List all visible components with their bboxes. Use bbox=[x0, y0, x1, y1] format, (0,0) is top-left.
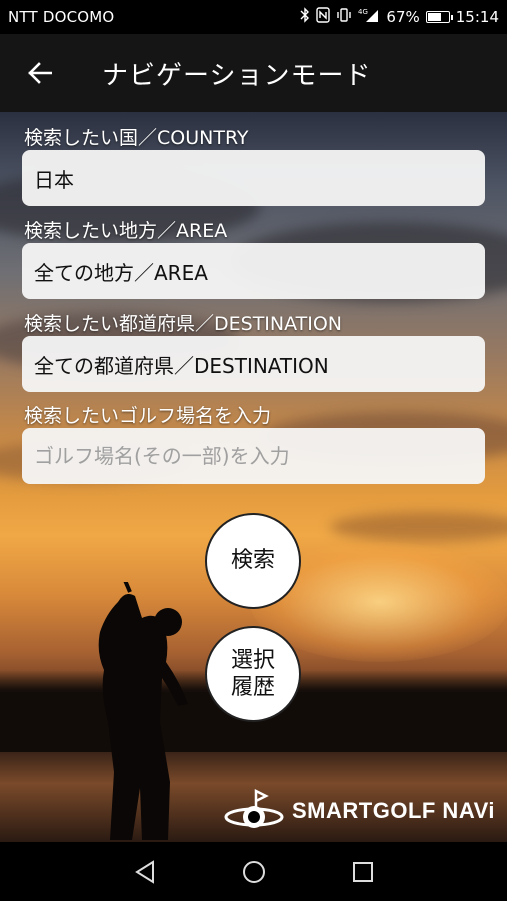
back-button[interactable] bbox=[0, 34, 80, 112]
history-button-label: 選択 履歴 bbox=[230, 647, 275, 701]
svg-text:4G: 4G bbox=[358, 8, 368, 16]
golf-flag-logo-icon bbox=[224, 788, 284, 828]
app-bar: ナビゲーションモード bbox=[0, 34, 507, 112]
country-label: 検索したい国／COUNTRY bbox=[24, 127, 249, 149]
history-button[interactable]: 選択 履歴 bbox=[205, 626, 301, 722]
golf-course-input[interactable] bbox=[34, 444, 473, 468]
search-button-label: 検索 bbox=[230, 548, 275, 574]
clock: 15:14 bbox=[455, 8, 499, 26]
system-nav-bar bbox=[0, 842, 507, 901]
arrow-left-icon bbox=[28, 62, 52, 84]
smartgolf-navi-logo: SMARTGOLF NAVi bbox=[222, 787, 495, 835]
golfer-silhouette bbox=[98, 582, 188, 840]
bluetooth-icon bbox=[300, 7, 310, 27]
battery-icon bbox=[425, 11, 453, 23]
home-circle-icon bbox=[242, 860, 265, 883]
status-icons: 4G 67% 15:14 bbox=[300, 7, 499, 27]
search-button[interactable]: 検索 bbox=[205, 513, 301, 609]
area-select[interactable]: 全ての地方／AREA bbox=[22, 243, 485, 299]
area-label: 検索したい地方／AREA bbox=[24, 220, 228, 242]
battery-percent: 67% bbox=[386, 8, 420, 26]
destination-select[interactable]: 全ての都道府県／DESTINATION bbox=[22, 336, 485, 392]
nav-recents-button[interactable] bbox=[343, 852, 383, 892]
country-value: 日本 bbox=[34, 167, 74, 192]
4g-signal-icon: 4G bbox=[358, 7, 380, 27]
status-bar: NTT DOCOMO 4G 67% 15:14 bbox=[0, 0, 507, 34]
golf-course-field[interactable] bbox=[22, 428, 485, 484]
vibrate-icon bbox=[336, 7, 352, 27]
recents-square-icon bbox=[352, 861, 373, 882]
nav-back-button[interactable] bbox=[125, 852, 165, 892]
golf-course-label: 検索したいゴルフ場名を入力 bbox=[24, 405, 272, 427]
nav-home-button[interactable] bbox=[234, 852, 274, 892]
area-value: 全ての地方／AREA bbox=[34, 260, 208, 285]
destination-value: 全ての都道府県／DESTINATION bbox=[34, 353, 329, 378]
back-triangle-icon bbox=[134, 859, 154, 884]
nfc-icon bbox=[316, 7, 331, 27]
logo-text: SMARTGOLF NAVi bbox=[292, 798, 495, 823]
country-select[interactable]: 日本 bbox=[22, 150, 485, 206]
page-title: ナビゲーションモード bbox=[102, 60, 372, 91]
carrier-label: NTT DOCOMO bbox=[8, 8, 115, 26]
destination-label: 検索したい都道府県／DESTINATION bbox=[24, 313, 343, 335]
